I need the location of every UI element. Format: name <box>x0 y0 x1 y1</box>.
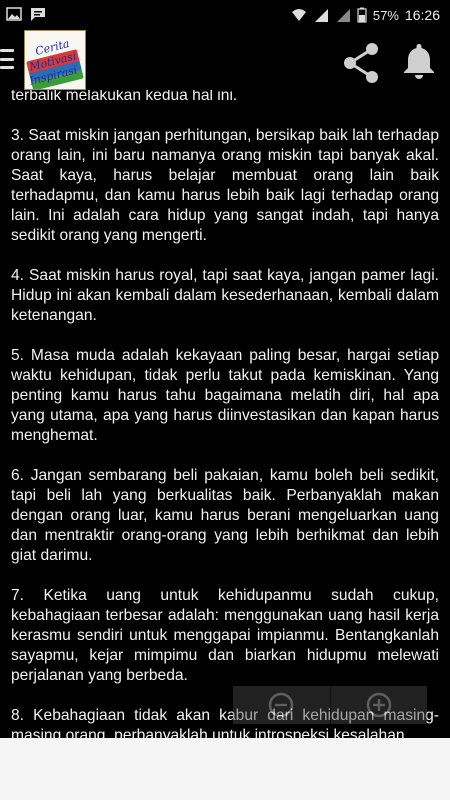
bell-icon[interactable] <box>398 40 440 82</box>
status-bar: 57% 16:26 <box>0 0 450 30</box>
ad-banner-area[interactable] <box>0 738 450 800</box>
signal-icon <box>314 9 328 22</box>
clock: 16:26 <box>404 7 440 23</box>
zoom-in-icon <box>366 692 391 718</box>
zoom-controls <box>233 686 427 724</box>
article-paragraph: 3. Saat miskin jangan perhitungan, bersi… <box>11 127 439 244</box>
signal-icon-2 <box>336 9 350 22</box>
menu-icon[interactable] <box>0 46 18 72</box>
battery-percent: 57% <box>372 7 399 23</box>
status-left <box>6 6 46 22</box>
zoom-in-button[interactable] <box>329 686 427 724</box>
app-logo: Cerita Motivasi Inspirasi <box>24 30 86 90</box>
article-paragraph: 7. Ketika uang untuk kehidupanmu sudah c… <box>11 587 439 684</box>
wifi-icon <box>291 9 306 21</box>
battery-icon <box>357 7 367 23</box>
article-paragraph: 5. Masa muda adalah kekayaan paling besa… <box>11 347 439 444</box>
article-scroll-area[interactable]: terbalik melakukan kedua hal ini. 3. Saa… <box>0 90 450 738</box>
zoom-out-button[interactable] <box>233 686 330 724</box>
article-paragraph: 6. Jangan sembarang beli pakaian, kamu b… <box>11 467 439 564</box>
status-right: 57% 16:26 <box>291 7 440 23</box>
gallery-icon <box>6 7 22 21</box>
zoom-out-icon <box>269 692 294 718</box>
share-icon[interactable] <box>338 40 384 86</box>
article-paragraph: terbalik melakukan kedua hal ini. <box>11 90 238 104</box>
article-paragraph: 4. Saat miskin harus royal, tapi saat ka… <box>11 267 439 324</box>
message-icon <box>31 8 45 21</box>
article-body: terbalik melakukan kedua hal ini. 3. Saa… <box>11 90 439 738</box>
